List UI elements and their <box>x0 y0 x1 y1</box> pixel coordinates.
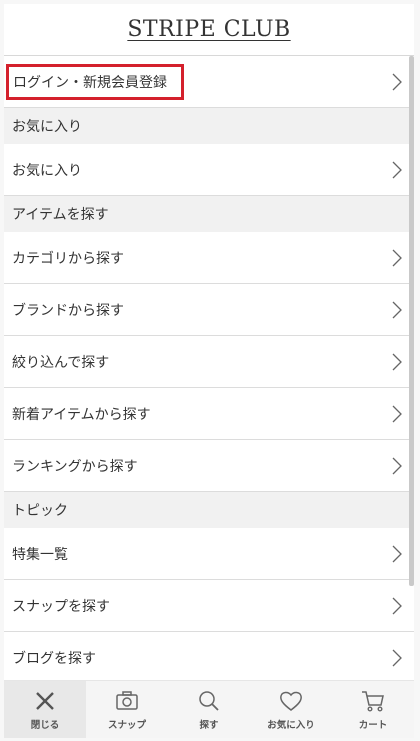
nav-label: 閉じる <box>30 719 60 731</box>
nav-label: お気に入り <box>267 719 315 731</box>
menu-item-label: ブログを探す <box>12 650 96 667</box>
section-header-favorites: お気に入り <box>4 108 414 144</box>
login-register-link[interactable]: ログイン・新規会員登録 <box>4 56 414 108</box>
chevron-right-icon <box>390 404 404 424</box>
menu-item-label: 新着アイテムから探す <box>12 406 151 423</box>
nav-search[interactable]: 探す <box>168 681 250 738</box>
menu-item-label: 特集一覧 <box>12 546 68 563</box>
bottom-nav: 閉じる スナップ 探す お気に入り カート <box>4 680 414 738</box>
camera-icon <box>115 689 139 713</box>
cart-icon <box>361 689 385 713</box>
menu-item-label: 絞り込んで探す <box>12 354 110 371</box>
menu-item-blog[interactable]: ブログを探す <box>4 632 414 684</box>
nav-cart[interactable]: カート <box>332 681 414 738</box>
login-register-label: ログイン・新規会員登録 <box>13 74 167 91</box>
chevron-right-icon <box>390 596 404 616</box>
menu-item-snaps[interactable]: スナップを探す <box>4 580 414 632</box>
nav-favorites[interactable]: お気に入り <box>250 681 332 738</box>
menu-item-filter[interactable]: 絞り込んで探す <box>4 336 414 388</box>
search-icon <box>197 689 221 713</box>
chevron-right-icon <box>390 544 404 564</box>
menu-item-features[interactable]: 特集一覧 <box>4 528 414 580</box>
menu-item-favorites[interactable]: お気に入り <box>4 144 414 196</box>
menu-panel: STRIPE CLUB ログイン・新規会員登録 お気に入り お気に入り アイテム… <box>4 4 414 737</box>
menu-item-label: カテゴリから探す <box>12 250 124 267</box>
menu-list: ログイン・新規会員登録 お気に入り お気に入り アイテムを探す カテゴリから探す… <box>4 56 414 684</box>
chevron-right-icon <box>390 352 404 372</box>
site-logo[interactable]: STRIPE CLUB <box>127 17 290 42</box>
chevron-right-icon <box>390 72 404 92</box>
nav-snap[interactable]: スナップ <box>86 681 168 738</box>
scrollbar[interactable] <box>409 56 414 586</box>
nav-label: スナップ <box>107 719 146 731</box>
section-header-topics: トピック <box>4 492 414 528</box>
chevron-right-icon <box>390 648 404 668</box>
menu-item-brand[interactable]: ブランドから探す <box>4 284 414 336</box>
heart-icon <box>279 689 303 713</box>
menu-item-ranking[interactable]: ランキングから探す <box>4 440 414 492</box>
menu-item-new-arrivals[interactable]: 新着アイテムから探す <box>4 388 414 440</box>
menu-item-label: ランキングから探す <box>12 458 138 475</box>
close-icon <box>33 689 57 713</box>
nav-close[interactable]: 閉じる <box>4 681 86 738</box>
menu-item-category[interactable]: カテゴリから探す <box>4 232 414 284</box>
chevron-right-icon <box>390 248 404 268</box>
menu-item-label: お気に入り <box>12 162 82 179</box>
menu-item-label: スナップを探す <box>12 598 110 615</box>
chevron-right-icon <box>390 456 404 476</box>
nav-label: 探す <box>199 719 219 731</box>
menu-item-label: ブランドから探す <box>12 302 124 319</box>
nav-label: カート <box>358 719 388 731</box>
header: STRIPE CLUB <box>4 4 414 56</box>
chevron-right-icon <box>390 160 404 180</box>
section-header-find-items: アイテムを探す <box>4 196 414 232</box>
chevron-right-icon <box>390 300 404 320</box>
